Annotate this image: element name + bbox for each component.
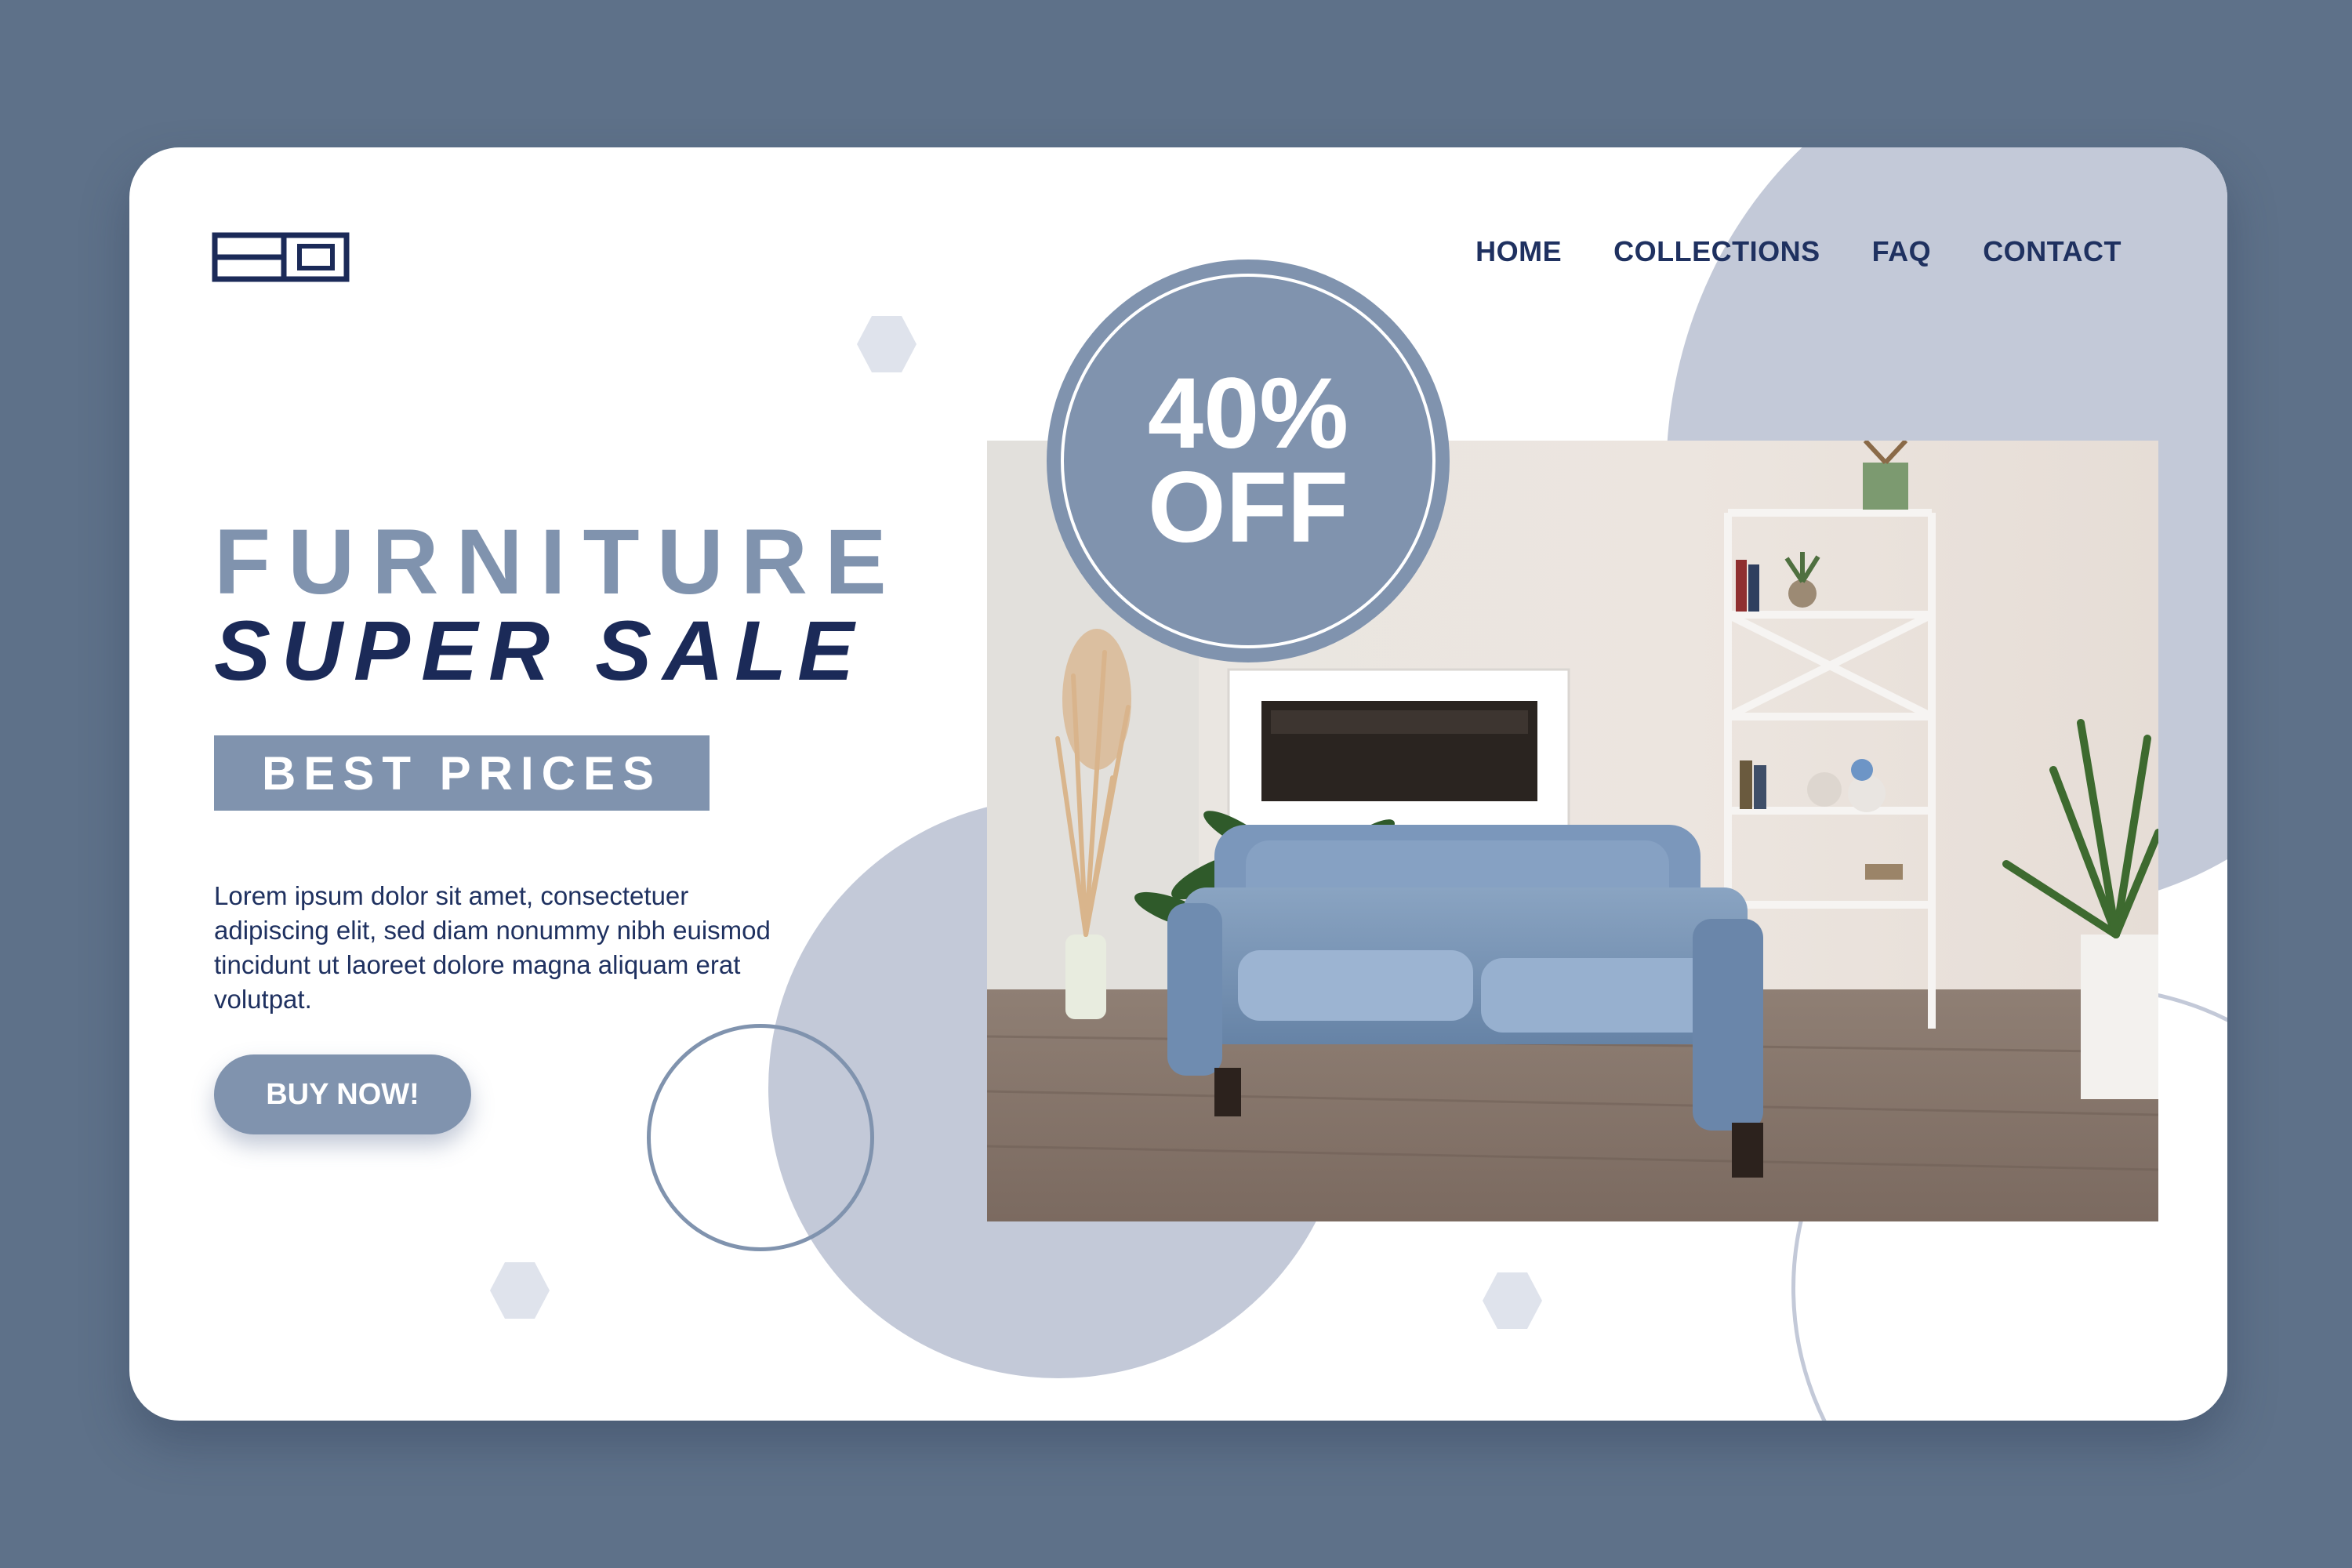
decorative-ring <box>647 1024 874 1251</box>
buy-now-label: BUY NOW! <box>266 1077 419 1111</box>
badge-label: BEST PRICES <box>261 746 662 800</box>
hero-title-line2: SUPER SALE <box>214 603 866 698</box>
hero-title-line1: FURNITURE <box>214 510 904 614</box>
nav-faq[interactable]: FAQ <box>1872 235 1932 268</box>
discount-percent: 40% <box>1147 358 1349 470</box>
buy-now-button[interactable]: BUY NOW! <box>214 1054 471 1134</box>
nav-contact[interactable]: CONTACT <box>1983 235 2122 268</box>
landing-card: HOME COLLECTIONS FAQ CONTACT FURNITURE S… <box>129 147 2227 1421</box>
best-prices-badge: BEST PRICES <box>214 735 710 811</box>
discount-badge: 40% OFF <box>1047 260 1450 662</box>
hexagon-decoration <box>490 1262 550 1319</box>
hero-description: Lorem ipsum dolor sit amet, consectetuer… <box>214 881 771 1014</box>
logo-icon[interactable] <box>212 232 350 282</box>
nav-home[interactable]: HOME <box>1475 235 1562 268</box>
main-nav: HOME COLLECTIONS FAQ CONTACT <box>1475 235 2122 268</box>
discount-off: OFF <box>1148 452 1348 564</box>
hexagon-decoration <box>1483 1272 1542 1329</box>
nav-collections[interactable]: COLLECTIONS <box>1613 235 1820 268</box>
hexagon-decoration <box>857 316 916 372</box>
discount-inner-ring: 40% OFF <box>1061 274 1436 648</box>
